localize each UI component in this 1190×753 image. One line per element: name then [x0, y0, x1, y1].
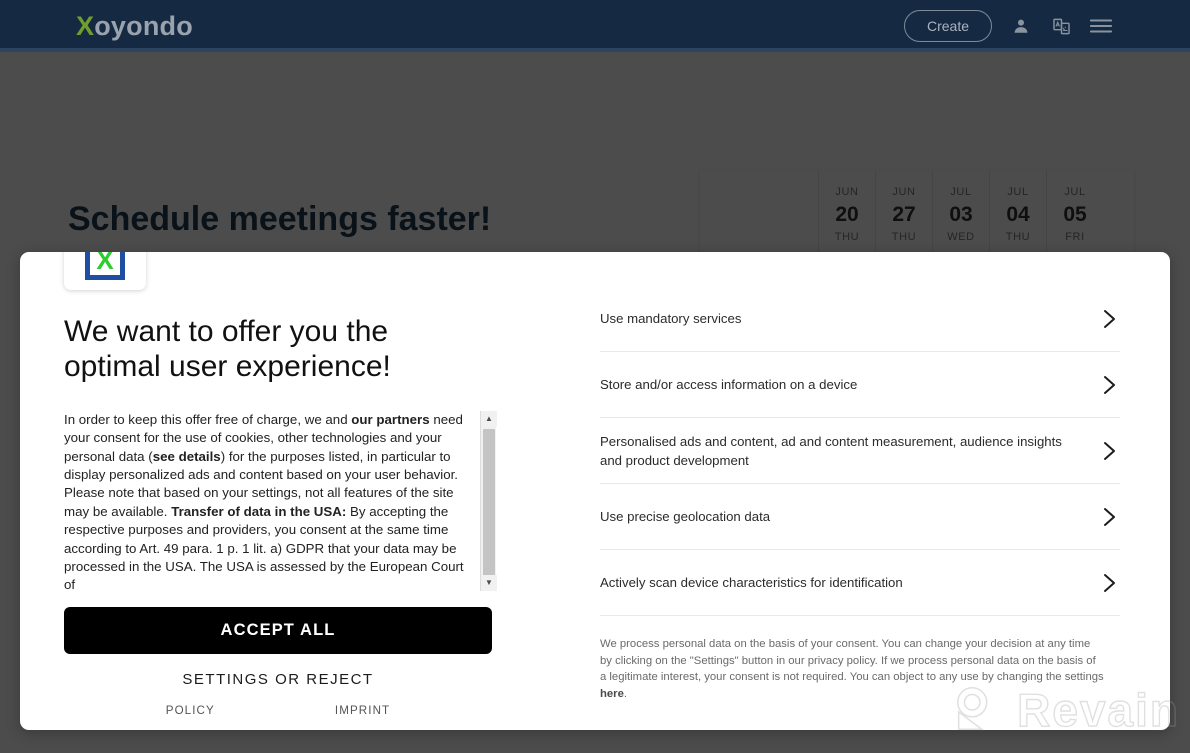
purpose-label: Actively scan device characteristics for…	[600, 575, 903, 590]
consent-body-scrollbar[interactable]: ▲ ▼	[480, 410, 497, 591]
legal-text-seg: We process personal data on the basis of…	[600, 638, 1104, 683]
consent-right-panel: Use mandatory services Store and/or acce…	[538, 252, 1170, 730]
logo-accent-letter: X	[76, 10, 95, 41]
here-link[interactable]: here	[600, 688, 624, 700]
settings-or-reject-button[interactable]: SETTINGS OR REJECT	[20, 671, 536, 688]
purpose-row[interactable]: Actively scan device characteristics for…	[600, 550, 1120, 616]
cookie-consent-dialog: X We want to offer you the optimal user …	[20, 252, 1170, 730]
imprint-link[interactable]: IMPRINT	[335, 704, 390, 717]
create-button[interactable]: Create	[903, 10, 992, 42]
purpose-label: Use mandatory services	[600, 311, 742, 326]
usa-transfer-emphasis: Transfer of data in the USA:	[171, 503, 347, 519]
header-actions: Create	[903, 10, 1112, 42]
scroll-up-arrow-icon[interactable]: ▲	[481, 410, 497, 427]
consent-body-scrollarea: In order to keep this offer free of char…	[64, 410, 516, 591]
chevron-right-icon[interactable]	[1098, 507, 1120, 527]
purpose-label: Store and/or access information on a dev…	[600, 377, 858, 392]
site-header: Xoyondo Create	[0, 0, 1190, 52]
consent-body-text: In order to keep this offer free of char…	[64, 411, 480, 591]
legal-text-seg: .	[623, 687, 628, 700]
site-logo[interactable]: Xoyondo	[76, 11, 193, 42]
chevron-right-icon[interactable]	[1098, 573, 1120, 593]
see-details-emphasis[interactable]: see details	[153, 449, 221, 464]
partners-emphasis: our partners	[351, 411, 430, 427]
purpose-label: Personalised ads and content, ad and con…	[600, 433, 1062, 468]
logo-rest: oyondo	[94, 10, 193, 41]
consent-footer-links: POLICY IMPRINT	[20, 704, 536, 717]
user-icon[interactable]	[1010, 15, 1032, 37]
purpose-row[interactable]: Store and/or access information on a dev…	[600, 352, 1120, 418]
purpose-row[interactable]: Use mandatory services	[600, 286, 1120, 352]
accept-all-button[interactable]: ACCEPT ALL	[64, 606, 492, 654]
language-icon[interactable]	[1050, 15, 1072, 37]
xoyondo-x-logo-icon: X	[64, 252, 146, 290]
purpose-label: Use precise geolocation data	[600, 509, 771, 524]
purpose-row[interactable]: Use precise geolocation data	[600, 484, 1120, 550]
purpose-row[interactable]: Personalised ads and content, ad and con…	[600, 418, 1120, 484]
scrollbar-thumb[interactable]	[483, 428, 495, 585]
chevron-right-icon[interactable]	[1098, 309, 1120, 329]
scroll-down-arrow-icon[interactable]: ▼	[481, 574, 497, 591]
screen: Xoyondo Create X We want to offer you th…	[0, 0, 1190, 753]
consent-headline: We want to offer you the optimal user ex…	[64, 315, 391, 384]
consent-legal-footer: We process personal data on the basis of…	[600, 636, 1105, 702]
chevron-right-icon[interactable]	[1098, 441, 1120, 461]
policy-link[interactable]: POLICY	[166, 704, 215, 717]
hamburger-menu-icon[interactable]	[1090, 15, 1112, 37]
consent-left-panel: X We want to offer you the optimal user …	[20, 252, 538, 730]
body-text-seg: In order to keep this offer free of char…	[64, 411, 352, 427]
chevron-right-icon[interactable]	[1098, 375, 1120, 395]
